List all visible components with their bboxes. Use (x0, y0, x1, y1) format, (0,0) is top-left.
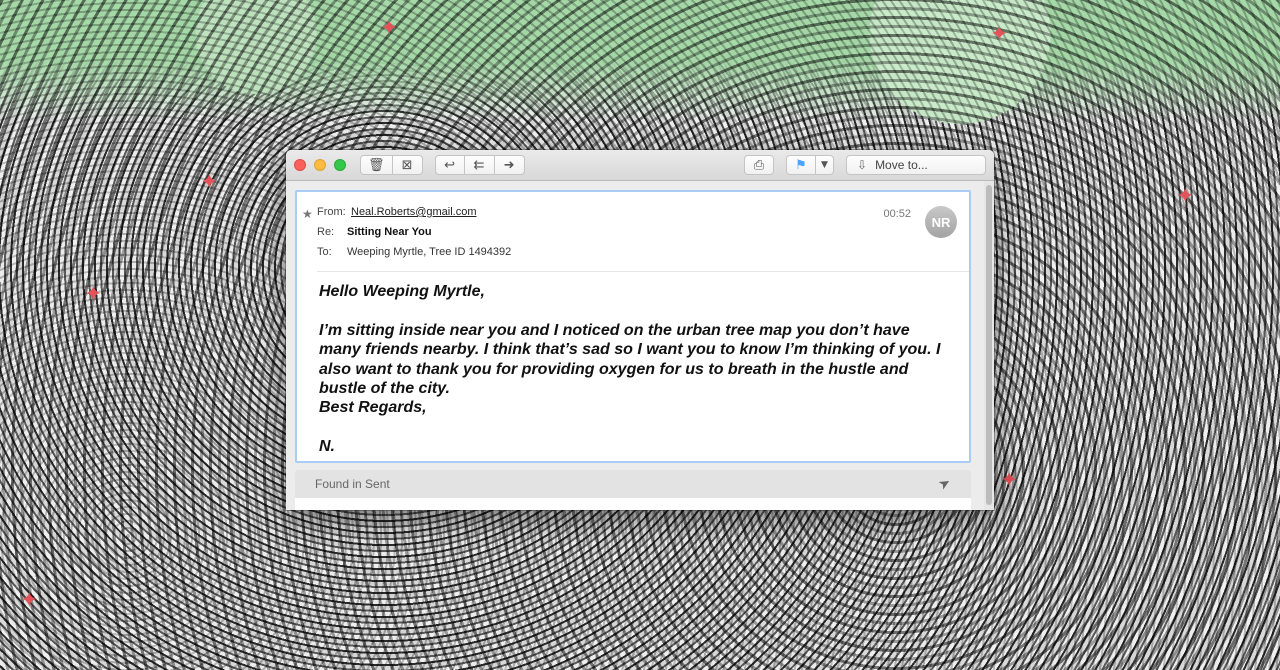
toolbar: 🗑 ⊠ ↩ ⇇ ➜ ⎙ ⚑ ▼ ⇩ Move to... (286, 150, 994, 181)
body-greeting: Hello Weeping Myrtle, (319, 283, 485, 300)
body-paragraph: I’m sitting inside near you and I notice… (319, 321, 945, 398)
bird-decoration: ✦ (1000, 468, 1019, 493)
bird-decoration: ✦ (20, 588, 39, 613)
delete-button[interactable]: 🗑 (360, 155, 393, 175)
message-viewer: ★ From: Neal.Roberts@gmail.com Re: Sitti… (286, 181, 994, 510)
flag-menu-button[interactable]: ▼ (816, 155, 834, 175)
send-icon[interactable]: ➤ (936, 474, 954, 494)
trash-icon: 🗑 (368, 157, 385, 173)
scrollbar-thumb[interactable] (986, 185, 992, 505)
flag-button[interactable]: ⚑ (786, 155, 816, 175)
avatar: NR (925, 206, 957, 238)
found-in-bar: Found in Sent ➤ (295, 470, 971, 498)
print-button[interactable]: ⎙ (744, 155, 774, 175)
subject-value: Sitting Near You (347, 226, 432, 238)
recipient[interactable]: Weeping Myrtle, Tree ID 1494392 (347, 246, 511, 258)
print-icon: ⎙ (753, 157, 765, 173)
message-time: 00:52 (883, 208, 911, 220)
flag-group: ⚑ ▼ (786, 155, 834, 175)
close-window-button[interactable] (294, 159, 306, 171)
sender-email-link[interactable]: Neal.Roberts@gmail.com (351, 206, 477, 218)
to-label: To: (317, 246, 332, 258)
bird-decoration: ✦ (200, 170, 219, 195)
from-label: From: (317, 206, 346, 218)
message-card[interactable]: ★ From: Neal.Roberts@gmail.com Re: Sitti… (295, 190, 971, 463)
reply-group: ↩ ⇇ ➜ (434, 155, 525, 175)
move-to-button[interactable]: ⇩ Move to... (846, 155, 986, 175)
message-header: ★ From: Neal.Roberts@gmail.com Re: Sitti… (302, 192, 969, 272)
reply-all-button[interactable]: ⇇ (464, 155, 495, 175)
bird-decoration: ✦ (1176, 184, 1195, 209)
forward-icon: ➜ (503, 157, 515, 173)
subject-row: Re: Sitting Near You (317, 226, 432, 238)
from-row: From: Neal.Roberts@gmail.com (317, 206, 477, 218)
reply-button[interactable]: ↩ (434, 155, 465, 175)
move-to-icon: ⇩ (857, 158, 868, 172)
delete-archive-group: 🗑 ⊠ (360, 155, 423, 175)
message-body: Hello Weeping Myrtle, I’m sitting inside… (297, 272, 969, 457)
forward-button[interactable]: ➜ (494, 155, 525, 175)
window-controls (294, 159, 346, 171)
archive-icon: ⊠ (401, 157, 413, 173)
body-closing: Best Regards, (319, 399, 427, 417)
scrollbar[interactable] (984, 181, 994, 510)
subject-label: Re: (317, 226, 335, 238)
archive-button[interactable]: ⊠ (392, 155, 423, 175)
minimize-window-button[interactable] (314, 159, 326, 171)
found-in-label: Found in Sent (315, 477, 390, 491)
chevron-down-icon: ▼ (821, 160, 828, 170)
reply-all-icon: ⇇ (473, 157, 485, 173)
flag-icon: ⚑ (795, 157, 807, 173)
bird-decoration: ✦ (990, 22, 1009, 47)
print-group: ⎙ (744, 155, 774, 175)
bird-decoration: ✦ (84, 282, 103, 307)
body-signature: N. (319, 438, 335, 456)
mail-window: 🗑 ⊠ ↩ ⇇ ➜ ⎙ ⚑ ▼ ⇩ Move to... ★ From: Nea… (286, 150, 994, 510)
zoom-window-button[interactable] (334, 159, 346, 171)
move-to-label: Move to... (875, 158, 928, 172)
to-row: To: Weeping Myrtle, Tree ID 1494392 (317, 246, 511, 258)
next-message-strip (295, 498, 971, 510)
bird-decoration: ✦ (380, 16, 399, 41)
reply-icon: ↩ (444, 157, 455, 173)
star-icon[interactable]: ★ (302, 207, 313, 221)
